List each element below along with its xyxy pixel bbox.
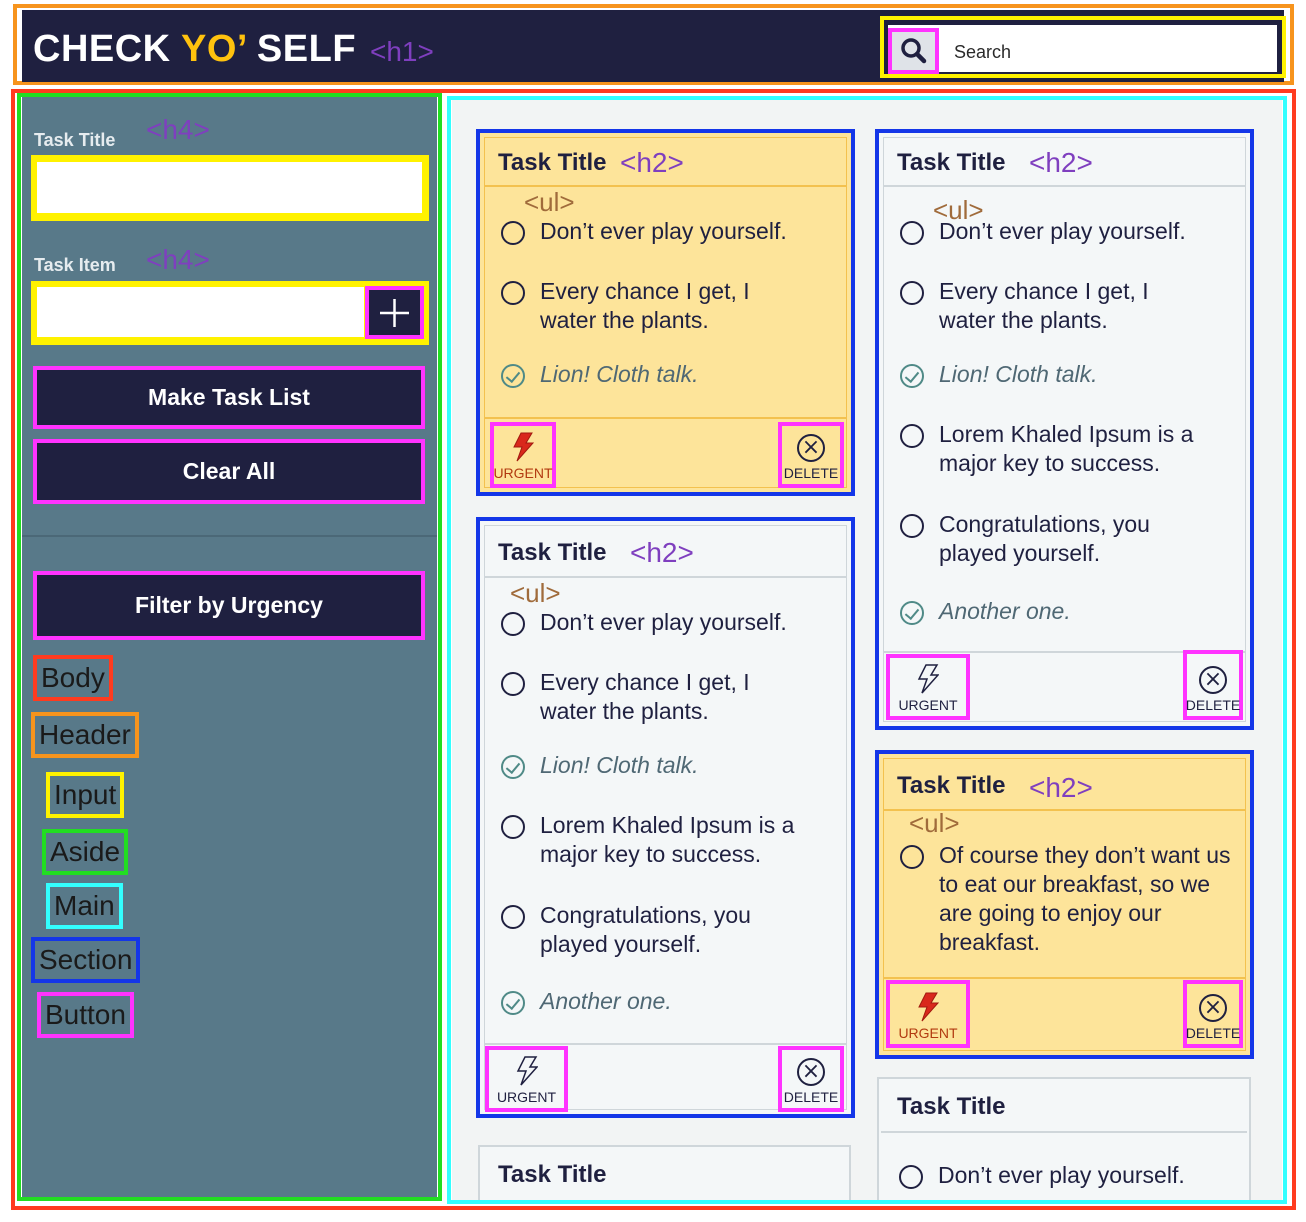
task-item-label: Task Item [34, 255, 116, 275]
task-title-input[interactable] [37, 162, 422, 213]
main-legend-outline [447, 96, 1287, 1204]
clear-all-button[interactable]: Clear All [33, 439, 425, 504]
plus-icon [380, 299, 409, 327]
search-icon [901, 38, 927, 64]
task-title-label: Task Title [34, 130, 116, 150]
search-input[interactable] [888, 25, 1277, 72]
aside-divider [22, 535, 437, 537]
search-placeholder: Search [954, 42, 1012, 62]
h4-tag-annotation: <h4> [146, 114, 210, 145]
make-task-list-button[interactable]: Make Task List [33, 366, 425, 429]
legend-aside: Aside [42, 829, 129, 875]
title-accent: YO’ [181, 28, 246, 70]
legend-section: Section [31, 937, 141, 983]
search-button[interactable] [888, 28, 939, 74]
legend-body: Body [33, 655, 113, 701]
legend-header: Header [31, 712, 139, 758]
filter-by-urgency-button[interactable]: Filter by Urgency [33, 571, 425, 640]
title-part: CHECK [33, 28, 181, 70]
task-item-input[interactable] [37, 287, 364, 337]
legend-input: Input [46, 772, 125, 818]
legend-button: Button [37, 992, 134, 1038]
h4-tag-annotation: <h4> [146, 244, 210, 275]
add-task-item-button[interactable] [365, 286, 424, 339]
app-title: CHECK YO’ SELF [33, 28, 356, 71]
h1-tag-annotation: <h1> [370, 36, 434, 67]
title-part: SELF [245, 28, 357, 70]
legend-main: Main [46, 883, 123, 929]
